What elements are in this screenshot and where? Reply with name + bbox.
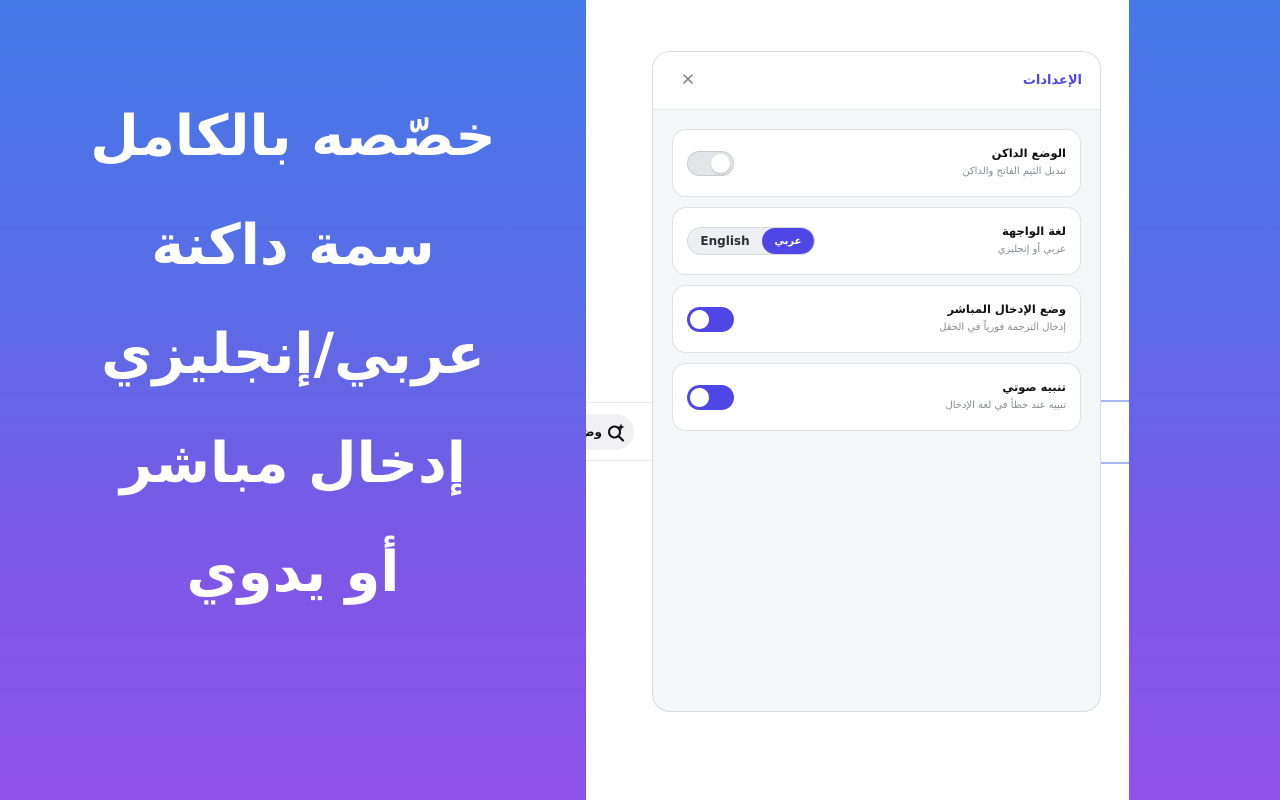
- language-option-english[interactable]: English: [688, 228, 762, 254]
- setting-dark-mode: الوضع الداكن تبديل الثيم الفاتح والداكن: [672, 129, 1081, 197]
- promo-line-direct-input: إدخال مباشر: [120, 431, 466, 496]
- screenshot-stage: خصّصه بالكامل سمة داكنة عربي/إنجليزي إدخ…: [0, 0, 1280, 800]
- promo-line-languages: عربي/إنجليزي: [101, 322, 485, 387]
- setting-direct-input: وضع الإدخال المباشر إدخال الترجمة فورياً…: [672, 285, 1081, 353]
- setting-label: الوضع الداكن: [991, 146, 1066, 160]
- language-option-arabic[interactable]: عربي: [762, 228, 814, 254]
- sound-alert-toggle[interactable]: [687, 385, 734, 410]
- promo-line-customize: خصّصه بالكامل: [90, 104, 496, 169]
- settings-title: الإعدادات: [1022, 73, 1082, 88]
- setting-description: إدخال الترجمة فورياً في الحقل: [939, 322, 1066, 333]
- setting-dark-mode-text: الوضع الداكن تبديل الثيم الفاتح والداكن: [962, 145, 1066, 179]
- toggle-knob: [690, 310, 709, 329]
- settings-header: الإعدادات: [653, 52, 1100, 110]
- setting-label: تنبيه صوتي: [1002, 380, 1066, 394]
- setting-direct-input-text: وضع الإدخال المباشر إدخال الترجمة فورياً…: [939, 301, 1066, 335]
- setting-description: عربي أو إنجليزي: [997, 244, 1066, 255]
- dark-mode-toggle[interactable]: [687, 151, 734, 176]
- setting-label: لغة الواجهة: [1001, 224, 1066, 238]
- setting-label: وضع الإدخال المباشر: [947, 302, 1066, 316]
- promo-headline: خصّصه بالكامل سمة داكنة عربي/إنجليزي إدخ…: [0, 96, 586, 641]
- sparkle-search-icon: [606, 422, 626, 442]
- setting-language-text: لغة الواجهة عربي أو إنجليزي: [998, 223, 1066, 257]
- host-chip-label: وض: [586, 425, 602, 439]
- setting-interface-language: لغة الواجهة عربي أو إنجليزي English عربي: [672, 207, 1081, 275]
- host-input-top-border: [1099, 400, 1129, 402]
- close-icon: [682, 73, 694, 88]
- setting-sound-alert-text: تنبيه صوتي تنبيه عند خطأ في لغة الإدخال: [945, 379, 1066, 413]
- close-button[interactable]: [675, 68, 701, 94]
- setting-description: تبديل الثيم الفاتح والداكن: [962, 166, 1066, 177]
- toggle-knob: [711, 154, 730, 173]
- host-mode-chip[interactable]: وض: [586, 414, 634, 450]
- toggle-knob: [690, 388, 709, 407]
- settings-list: الوضع الداكن تبديل الثيم الفاتح والداكن …: [653, 110, 1100, 431]
- promo-line-dark-theme: سمة داكنة: [151, 213, 435, 278]
- setting-sound-alert: تنبيه صوتي تنبيه عند خطأ في لغة الإدخال: [672, 363, 1081, 431]
- promo-line-manual: أو يدوي: [186, 540, 400, 605]
- language-segmented-control: English عربي: [687, 227, 815, 255]
- host-input-bottom-border: [1099, 462, 1129, 464]
- direct-input-toggle[interactable]: [687, 307, 734, 332]
- setting-description: تنبيه عند خطأ في لغة الإدخال: [945, 400, 1066, 411]
- settings-popup: الإعدادات الوضع الداكن تبديل الثيم الفات…: [652, 51, 1101, 712]
